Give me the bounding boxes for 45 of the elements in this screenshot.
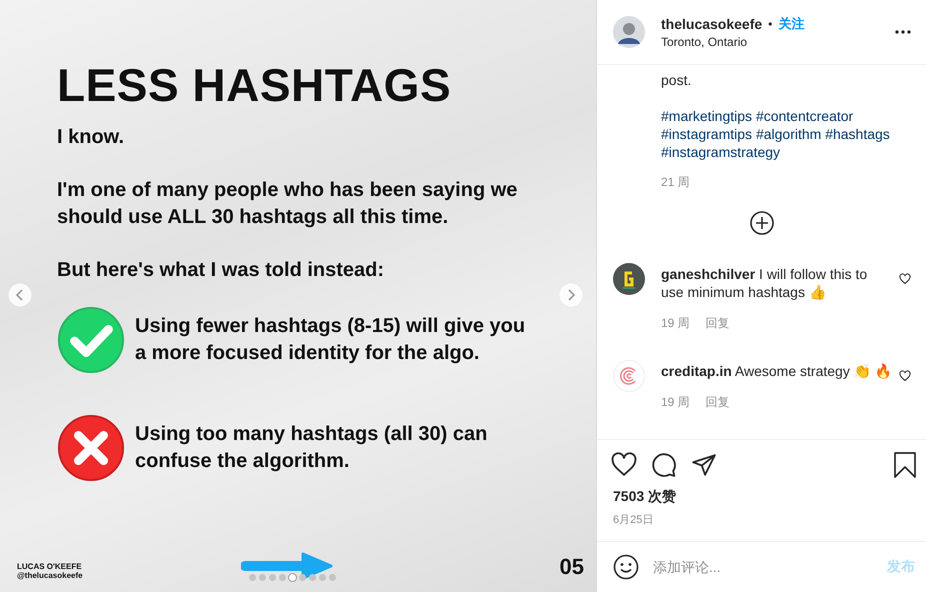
emoji-icon[interactable] — [613, 554, 639, 580]
slide-text: Using fewer hashtags (8-15) will give you a more focused identity for the algo. — [135, 314, 526, 366]
next-button[interactable] — [559, 283, 583, 307]
page-number: 05 — [560, 554, 584, 580]
load-more-icon[interactable] — [750, 211, 774, 235]
comment-field[interactable]: 添加评论... — [651, 558, 887, 576]
slide-text: I know. — [57, 125, 126, 150]
separator-dot: • — [768, 17, 772, 31]
slide-title: LESS HASHTAGS — [57, 58, 452, 112]
likes-count[interactable]: 7503 次赞 — [597, 484, 926, 506]
author-handle: @thelucasokeefe — [17, 571, 84, 580]
send-icon[interactable] — [691, 452, 717, 478]
more-options-icon[interactable] — [895, 30, 911, 34]
like-icon[interactable] — [899, 370, 911, 382]
slide-text: Using too many hashtags (all 30) can confuse the algorithm. — [135, 422, 488, 474]
location-link[interactable]: Toronto, Ontario — [661, 35, 895, 49]
timestamp: 19 周 — [661, 315, 690, 332]
username-link[interactable]: thelucasokeefe — [661, 16, 762, 32]
username-link[interactable]: ganeshchilver — [661, 266, 756, 282]
hashtag-link[interactable]: #contentcreator — [756, 108, 854, 124]
heart-icon[interactable] — [611, 452, 637, 478]
slide-text: But here's what I was told instead: — [57, 258, 386, 283]
caption-text: post. — [661, 71, 692, 89]
author-name: LUCAS O'KEEFE — [17, 562, 83, 571]
post-date: 6月25日 — [612, 513, 654, 528]
timestamp: 21 周 — [661, 174, 691, 191]
slide-text: I'm one of many people who has been saying we should use ALL 30 hashtags all this time. — [57, 178, 518, 230]
username-link[interactable]: creditap.in — [661, 363, 732, 379]
cross-circle-icon — [57, 414, 125, 482]
arrow-icon — [241, 552, 333, 580]
hashtag-link[interactable]: #hashtags — [825, 126, 890, 142]
avatar[interactable] — [613, 263, 645, 295]
previous-button[interactable] — [8, 283, 32, 307]
comment-text: creditap.in Awesome strategy 👏 🔥 — [661, 362, 893, 380]
hashtag-link[interactable]: #marketingtips — [661, 108, 752, 124]
timestamp: 19 周 — [661, 394, 690, 411]
hashtag-link[interactable]: #instagramstrategy — [661, 144, 780, 160]
hashtag-link[interactable]: #instagramtips — [661, 126, 752, 142]
like-icon[interactable] — [899, 273, 911, 285]
bookmark-icon[interactable] — [893, 452, 917, 478]
comment-icon[interactable] — [651, 452, 677, 478]
hashtag-link[interactable]: #algorithm — [756, 126, 822, 142]
avatar[interactable] — [613, 16, 645, 48]
comment-text: ganeshchilver I will follow this to use minimum hashtags 👍 — [661, 265, 868, 301]
checkmark-circle-icon — [57, 306, 125, 374]
